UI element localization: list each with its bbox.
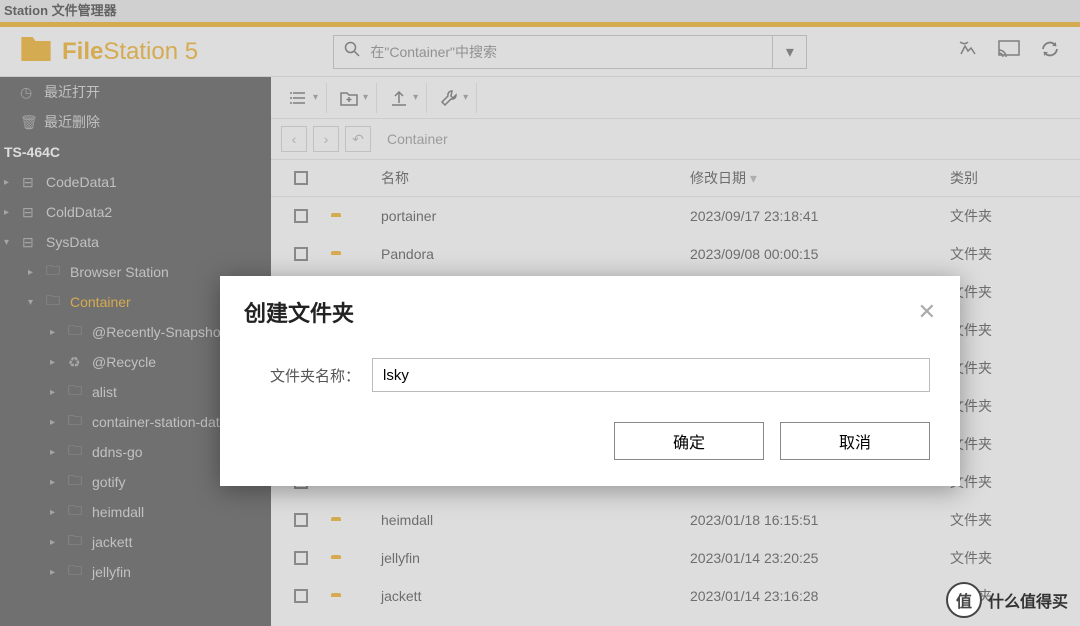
cancel-button[interactable]: 取消	[780, 422, 930, 460]
folder-name-label: 文件夹名称：	[250, 365, 360, 386]
watermark-badge: 值	[946, 582, 982, 618]
folder-name-input[interactable]	[372, 358, 930, 392]
ok-button[interactable]: 确定	[614, 422, 764, 460]
watermark-text: 什么值得买	[988, 588, 1068, 612]
watermark: 值 什么值得买	[946, 582, 1068, 618]
close-icon[interactable]: ✕	[918, 299, 936, 325]
dialog-title: 创建文件夹	[244, 296, 354, 328]
create-folder-dialog: 创建文件夹 ✕ 文件夹名称： 确定 取消	[220, 276, 960, 486]
